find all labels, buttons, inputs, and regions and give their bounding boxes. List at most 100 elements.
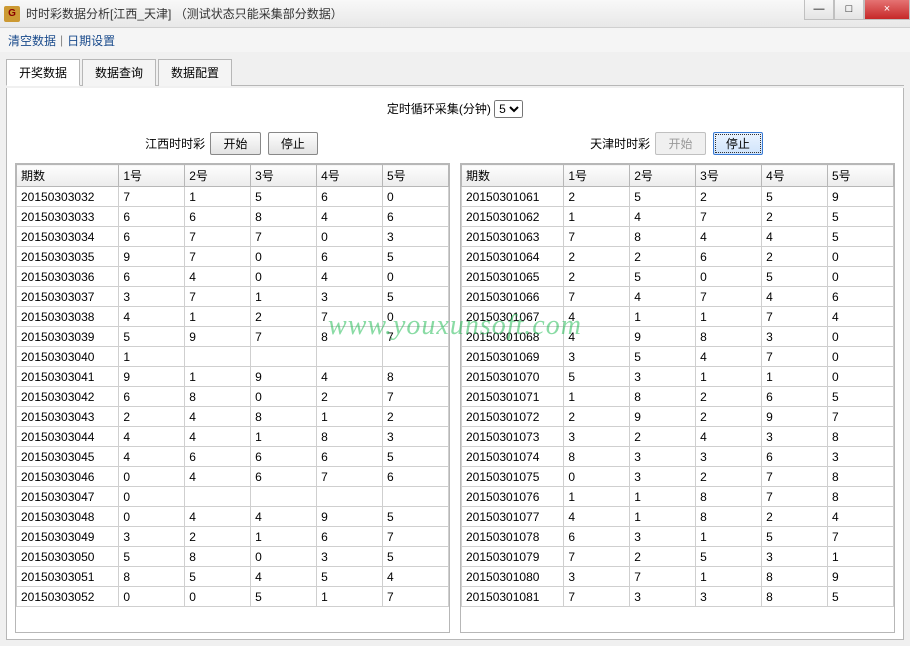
table-cell: 20150301066	[462, 287, 564, 307]
table-row[interactable]: 2015030108037189	[462, 567, 894, 587]
tab-data-query[interactable]: 数据查询	[82, 59, 156, 86]
table-row[interactable]: 2015030304546665	[17, 447, 449, 467]
table-row[interactable]: 2015030303597065	[17, 247, 449, 267]
right-start-button[interactable]: 开始	[655, 132, 705, 155]
right-stop-button[interactable]: 停止	[713, 132, 763, 155]
table-row[interactable]: 2015030106849830	[462, 327, 894, 347]
left-stop-button[interactable]: 停止	[268, 132, 318, 155]
column-header[interactable]: 4号	[762, 165, 828, 187]
table-cell: 20150301063	[462, 227, 564, 247]
table-row[interactable]: 2015030304444183	[17, 427, 449, 447]
table-cell: 6	[696, 247, 762, 267]
table-cell: 20150303044	[17, 427, 119, 447]
table-row[interactable]: 2015030304932167	[17, 527, 449, 547]
table-cell: 20150303049	[17, 527, 119, 547]
table-row[interactable]: 2015030107972531	[462, 547, 894, 567]
column-header[interactable]: 2号	[630, 165, 696, 187]
table-cell: 1	[696, 567, 762, 587]
table-row[interactable]: 2015030304804495	[17, 507, 449, 527]
table-cell: 8	[828, 427, 894, 447]
table-row[interactable]: 2015030107118265	[462, 387, 894, 407]
table-cell: 6	[185, 207, 251, 227]
table-cell: 8	[185, 547, 251, 567]
table-row[interactable]: 2015030107503278	[462, 467, 894, 487]
table-row[interactable]: 2015030106674746	[462, 287, 894, 307]
table-cell: 2	[119, 407, 185, 427]
table-row[interactable]: 2015030107741824	[462, 507, 894, 527]
table-cell: 5	[630, 187, 696, 207]
table-row[interactable]: 2015030303664040	[17, 267, 449, 287]
column-header[interactable]: 5号	[383, 165, 449, 187]
table-row[interactable]: 2015030304268027	[17, 387, 449, 407]
column-header[interactable]: 2号	[185, 165, 251, 187]
table-row[interactable]: 2015030303366846	[17, 207, 449, 227]
table-cell: 20150301062	[462, 207, 564, 227]
column-header[interactable]: 期数	[462, 165, 564, 187]
minimize-button[interactable]: —	[804, 0, 834, 20]
table-cell: 7	[564, 287, 630, 307]
table-cell: 0	[119, 587, 185, 607]
maximize-button[interactable]: □	[834, 0, 864, 20]
table-cell: 20150303039	[17, 327, 119, 347]
table-row[interactable]: 2015030303959787	[17, 327, 449, 347]
table-row[interactable]: 2015030106741174	[462, 307, 894, 327]
table-row[interactable]: 2015030303841270	[17, 307, 449, 327]
right-table-scroll[interactable]: 期数1号2号3号4号5号 201503010612525920150301062…	[461, 164, 894, 632]
table-cell: 4	[185, 267, 251, 287]
table-row[interactable]: 2015030304604676	[17, 467, 449, 487]
table-row[interactable]: 2015030106214725	[462, 207, 894, 227]
column-header[interactable]: 3号	[251, 165, 317, 187]
table-row[interactable]: 2015030107332438	[462, 427, 894, 447]
table-cell: 7	[317, 307, 383, 327]
app-icon: G	[4, 6, 20, 22]
table-row[interactable]: 2015030305185454	[17, 567, 449, 587]
table-row[interactable]: 2015030305058035	[17, 547, 449, 567]
tab-data-config[interactable]: 数据配置	[158, 59, 232, 86]
column-header[interactable]: 3号	[696, 165, 762, 187]
menu-date-settings[interactable]: 日期设置	[67, 32, 115, 49]
table-cell: 6	[251, 447, 317, 467]
table-row[interactable]: 2015030106378445	[462, 227, 894, 247]
menu-clear-data[interactable]: 清空数据	[8, 32, 56, 49]
table-row[interactable]: 2015030107611878	[462, 487, 894, 507]
table-cell: 4	[119, 447, 185, 467]
table-row[interactable]: 2015030107053110	[462, 367, 894, 387]
timer-select[interactable]: 5	[494, 100, 523, 118]
table-row[interactable]: 2015030107863157	[462, 527, 894, 547]
column-header[interactable]: 4号	[317, 165, 383, 187]
column-header[interactable]: 期数	[17, 165, 119, 187]
table-cell: 0	[119, 487, 185, 507]
column-header[interactable]: 1号	[564, 165, 630, 187]
table-row[interactable]: 201503030401	[17, 347, 449, 367]
table-row[interactable]: 2015030303737135	[17, 287, 449, 307]
table-row[interactable]: 2015030106525050	[462, 267, 894, 287]
left-start-button[interactable]: 开始	[210, 132, 260, 155]
table-row[interactable]: 2015030107483363	[462, 447, 894, 467]
table-row[interactable]: 2015030106125259	[462, 187, 894, 207]
column-header[interactable]: 1号	[119, 165, 185, 187]
table-row[interactable]: 2015030303467703	[17, 227, 449, 247]
table-row[interactable]: 2015030305200517	[17, 587, 449, 607]
table-row[interactable]: 2015030108173385	[462, 587, 894, 607]
table-cell: 3	[564, 427, 630, 447]
table-cell: 4	[383, 567, 449, 587]
table-cell: 1	[696, 527, 762, 547]
tab-lottery-data[interactable]: 开奖数据	[6, 59, 80, 86]
table-row[interactable]: 2015030304191948	[17, 367, 449, 387]
close-button[interactable]: ×	[864, 0, 910, 20]
table-cell: 2	[696, 187, 762, 207]
table-cell: 5	[383, 287, 449, 307]
table-row[interactable]: 2015030303271560	[17, 187, 449, 207]
table-row[interactable]: 2015030107229297	[462, 407, 894, 427]
table-cell: 5	[630, 347, 696, 367]
table-cell: 2	[630, 427, 696, 447]
table-row[interactable]: 2015030106935470	[462, 347, 894, 367]
left-table-scroll[interactable]: 期数1号2号3号4号5号 201503030327156020150303033…	[16, 164, 449, 632]
table-row[interactable]: 201503030470	[17, 487, 449, 507]
table-row[interactable]: 2015030106422620	[462, 247, 894, 267]
table-row[interactable]: 2015030304324812	[17, 407, 449, 427]
table-cell: 5	[185, 567, 251, 587]
left-title: 江西时时彩	[145, 137, 205, 151]
table-cell: 3	[564, 347, 630, 367]
column-header[interactable]: 5号	[828, 165, 894, 187]
